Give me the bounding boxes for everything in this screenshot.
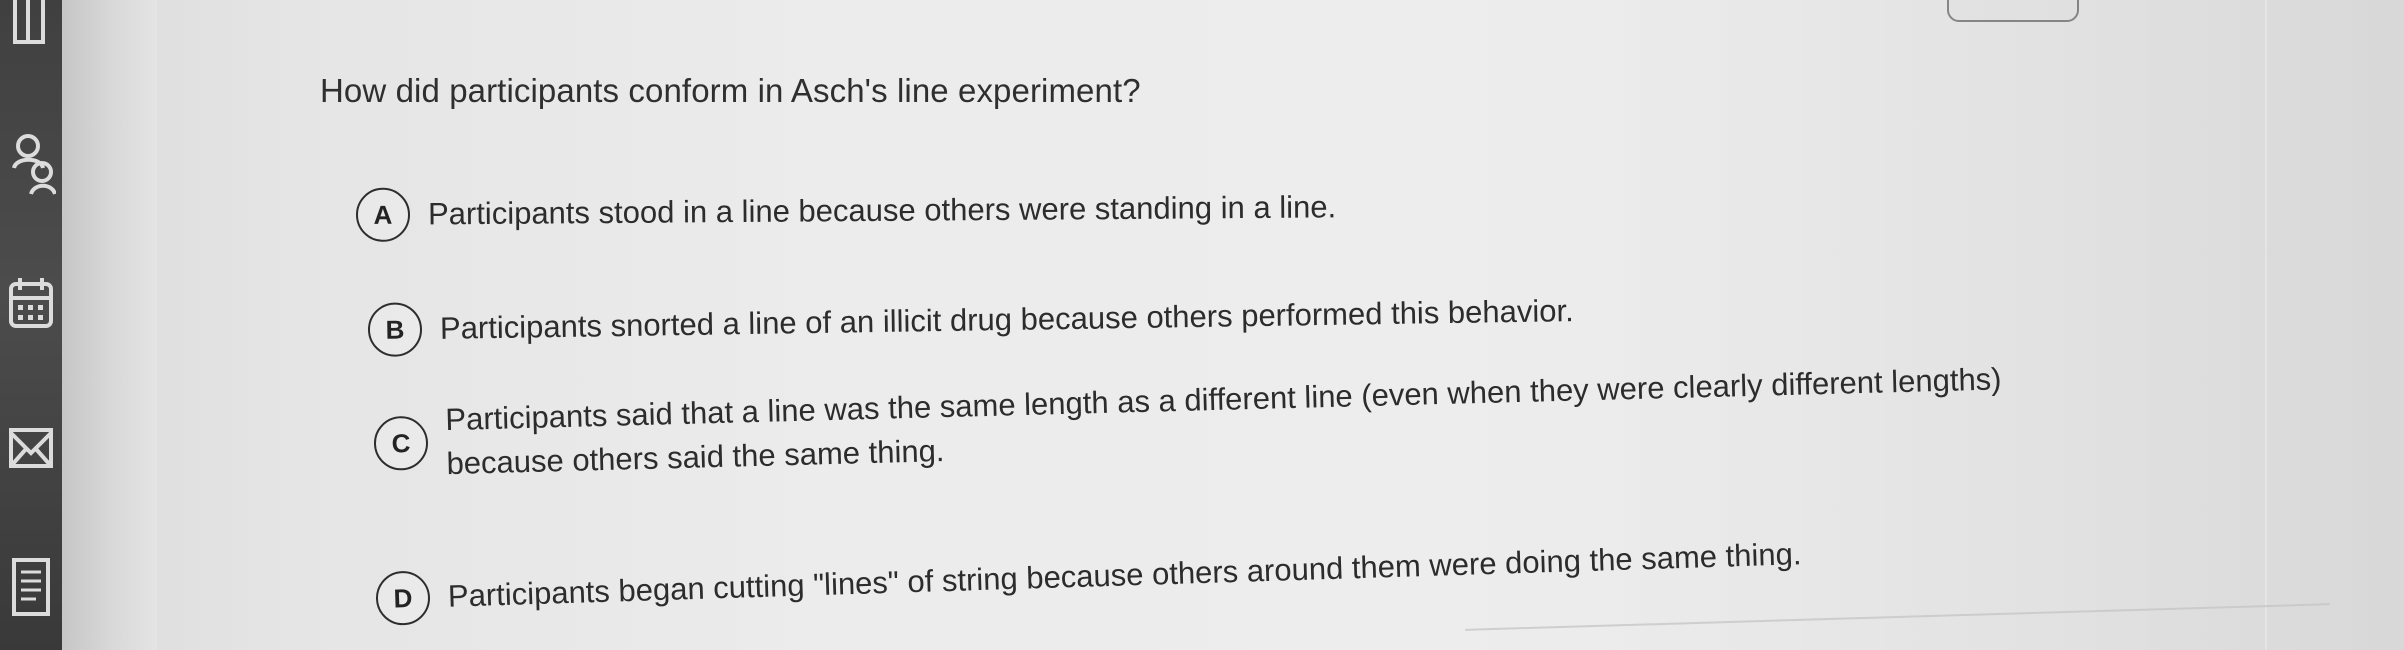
question-panel: How did participants conform in Asch's l… bbox=[320, 0, 2330, 650]
answer-option-b[interactable]: B Participants snorted a line of an illi… bbox=[367, 284, 1575, 357]
answer-option-d[interactable]: D Participants began cutting "lines" of … bbox=[375, 527, 1802, 626]
answer-text-b: Participants snorted a line of an illici… bbox=[439, 293, 1574, 346]
left-sidebar bbox=[0, 0, 62, 650]
sidebar-divider bbox=[62, 0, 157, 650]
quiz-screen: How did participants conform in Asch's l… bbox=[0, 0, 2404, 650]
answer-letter-c: C bbox=[373, 415, 429, 472]
answer-text-c: Participants said that a line was the sa… bbox=[444, 361, 2002, 482]
document-icon[interactable] bbox=[8, 554, 56, 626]
people-icon[interactable] bbox=[8, 128, 56, 200]
calendar-icon[interactable] bbox=[8, 274, 56, 336]
answer-text-a: Participants stood in a line because oth… bbox=[427, 189, 1337, 232]
question-title: How did participants conform in Asch's l… bbox=[320, 72, 1141, 109]
answer-text-d: Participants began cutting "lines" of st… bbox=[447, 536, 1802, 614]
panel-icon[interactable] bbox=[8, 0, 56, 52]
screen-reflection bbox=[2265, 0, 2267, 650]
answer-letter-d: D bbox=[375, 570, 431, 626]
envelope-icon[interactable] bbox=[8, 425, 56, 475]
answer-option-a[interactable]: A Participants stood in a line because o… bbox=[355, 180, 1337, 242]
bottom-divider bbox=[1465, 603, 2330, 631]
answer-letter-b: B bbox=[367, 302, 423, 357]
answer-letter-a: A bbox=[355, 187, 411, 242]
answer-option-c[interactable]: C Participants said that a line was the … bbox=[373, 357, 2015, 488]
